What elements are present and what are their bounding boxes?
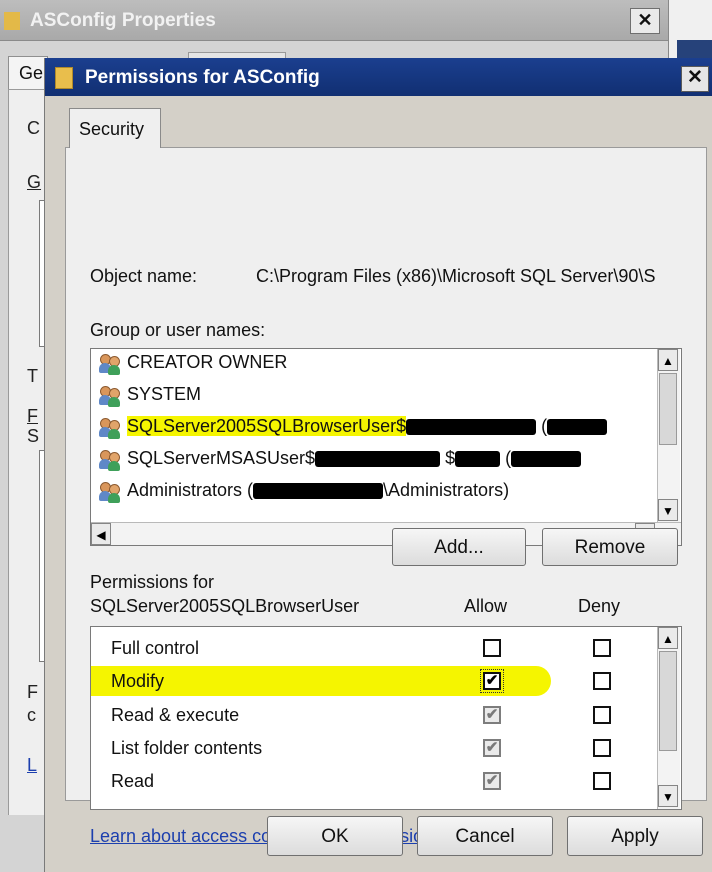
user-name-suffix: ( xyxy=(500,448,512,468)
background-label-fragment: S xyxy=(27,426,40,446)
permission-row-modify: Modify ✔ xyxy=(91,666,651,696)
scroll-down-button[interactable]: ▼ xyxy=(658,499,678,521)
user-name: SQLServerMSASUser$ xyxy=(127,448,316,468)
close-button[interactable]: ✕ xyxy=(681,66,709,92)
allow-checkbox[interactable] xyxy=(483,639,501,657)
redaction-mark xyxy=(315,451,441,468)
user-name: CREATOR OWNER xyxy=(127,352,288,372)
folder-icon xyxy=(55,67,73,89)
cancel-button[interactable]: Cancel xyxy=(417,816,553,856)
user-name-suffix: \Administrators) xyxy=(383,480,510,500)
ok-button[interactable]: OK xyxy=(267,816,403,856)
dialog-title-bar: Permissions for ASConfig ✕ xyxy=(45,58,712,96)
object-name-label: Object name: xyxy=(90,266,198,286)
users-group-icon xyxy=(99,449,121,471)
allow-checkbox[interactable]: ✔ xyxy=(480,669,504,693)
background-title-bar: ASConfig Properties ✕ xyxy=(0,0,668,41)
allow-checkbox[interactable]: ✔ xyxy=(483,706,501,724)
background-close-button[interactable]: ✕ xyxy=(630,8,660,34)
permission-row-full-control: Full control xyxy=(91,633,651,663)
scroll-thumb[interactable] xyxy=(659,373,677,445)
scroll-thumb[interactable] xyxy=(659,651,677,751)
deny-checkbox[interactable] xyxy=(593,706,611,724)
user-name: Administrators ( xyxy=(127,480,254,500)
users-group-icon xyxy=(99,385,121,407)
redaction-mark xyxy=(406,419,537,436)
users-group-icon xyxy=(99,353,121,375)
permission-row-read: Read ✔ xyxy=(91,766,651,796)
user-name-suffix: $ xyxy=(440,448,456,468)
users-group-icon xyxy=(99,417,121,439)
permission-name: Read xyxy=(111,771,155,791)
deny-checkbox[interactable] xyxy=(593,639,611,657)
background-label-fragment: c xyxy=(27,705,36,725)
permissions-for-principal: SQLServer2005SQLBrowserUser xyxy=(90,596,360,616)
user-name: SYSTEM xyxy=(127,384,202,404)
apply-button[interactable]: Apply xyxy=(567,816,703,856)
deny-checkbox[interactable] xyxy=(593,772,611,790)
permission-name: Full control xyxy=(111,638,200,658)
dialog-title: Permissions for ASConfig xyxy=(85,67,320,88)
permissions-list[interactable]: Full control Modify ✔ Read & execute ✔ L… xyxy=(90,626,682,810)
deny-column-header: Deny xyxy=(578,596,621,616)
permission-name: Modify xyxy=(111,671,165,691)
add-button[interactable]: Add... xyxy=(392,528,526,566)
background-label-fragment: F xyxy=(27,682,38,702)
group-or-user-names-label: Group or user names: xyxy=(90,320,266,340)
redaction-mark xyxy=(547,419,608,436)
background-label-fragment: G xyxy=(27,172,42,192)
scroll-left-button[interactable]: ◀ xyxy=(91,523,111,545)
permissions-vertical-scrollbar[interactable]: ▲ ▼ xyxy=(657,627,680,809)
user-list-vertical-scrollbar[interactable]: ▲ ▼ xyxy=(657,349,680,522)
background-label-fragment: C xyxy=(27,118,40,138)
allow-checkbox[interactable]: ✔ xyxy=(483,772,501,790)
user-list[interactable]: CREATOR OWNER SYSTEM SQLServer2005SQLBro… xyxy=(90,348,682,546)
permission-row-list-folder: List folder contents ✔ xyxy=(91,733,651,763)
users-group-icon xyxy=(99,481,121,503)
background-window-title: ASConfig Properties xyxy=(30,10,216,31)
allow-column-header: Allow xyxy=(464,596,508,616)
security-tab-panel: Object name: C:\Program Files (x86)\Micr… xyxy=(65,147,707,846)
allow-checkbox[interactable]: ✔ xyxy=(483,739,501,757)
object-name-value: C:\Program Files (x86)\Microsoft SQL Ser… xyxy=(256,266,656,286)
redaction-mark xyxy=(253,483,384,500)
scroll-up-button[interactable]: ▲ xyxy=(658,627,678,649)
background-right-edge xyxy=(668,0,712,60)
permissions-dialog: Permissions for ASConfig ✕ Security Obje… xyxy=(44,58,712,872)
background-label-fragment: T xyxy=(27,366,38,386)
scroll-up-button[interactable]: ▲ xyxy=(658,349,678,371)
permission-name: Read & execute xyxy=(111,705,240,725)
remove-button[interactable]: Remove xyxy=(542,528,678,566)
redaction-mark xyxy=(455,451,501,468)
permission-row-read-execute: Read & execute ✔ xyxy=(91,700,651,730)
deny-checkbox[interactable] xyxy=(593,739,611,757)
user-name-highlighted: SQLServer2005SQLBrowserUser$ xyxy=(127,416,407,436)
permissions-for-label: Permissions for xyxy=(90,572,215,592)
scroll-down-button[interactable]: ▼ xyxy=(658,785,678,807)
user-name-suffix: ( xyxy=(536,416,548,436)
permission-name: List folder contents xyxy=(111,738,263,758)
background-link-fragment[interactable]: L xyxy=(27,755,37,776)
deny-checkbox[interactable] xyxy=(593,672,611,690)
redaction-mark xyxy=(511,451,582,468)
background-tab-general[interactable]: Ge xyxy=(8,56,48,90)
folder-icon xyxy=(4,12,20,30)
tab-security[interactable]: Security xyxy=(69,108,161,148)
background-label-fragment: F xyxy=(27,406,38,426)
